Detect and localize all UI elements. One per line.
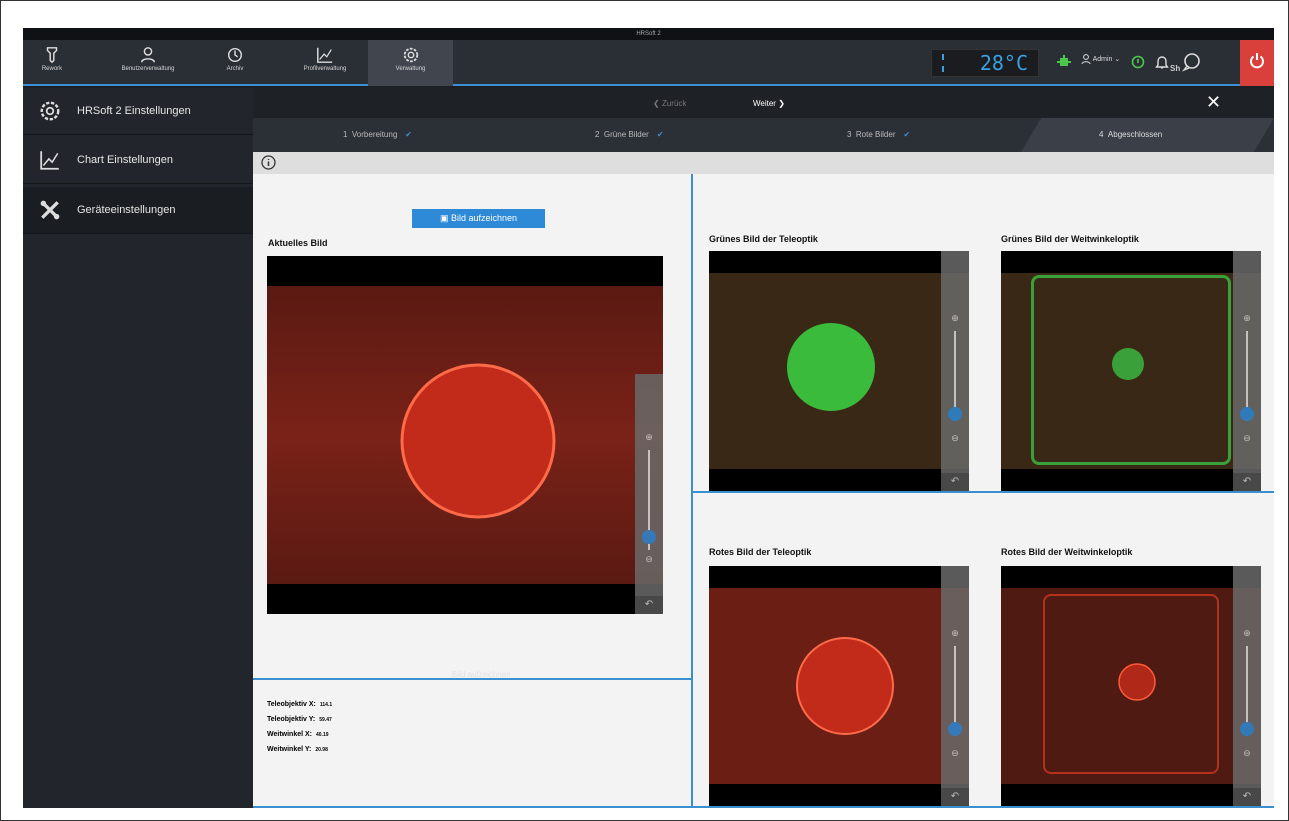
rework-icon: [46, 47, 58, 64]
sidebar-item-device-settings[interactable]: Geräteeinstellungen: [23, 187, 253, 234]
wizard-nav: ❮ Zurück Weiter ❯ ✕: [253, 88, 1274, 118]
record-button-ghost: Bild aufzeichnen: [452, 670, 511, 679]
red-tele-title: Rotes Bild der Teleoptik: [709, 547, 812, 557]
app-window: HRSoft 2 Rework Benutzerverwaltung Archi…: [23, 28, 1274, 808]
current-image-title: Aktuelles Bild: [268, 238, 328, 248]
chart-icon: [317, 47, 333, 63]
power-button[interactable]: [1240, 40, 1274, 86]
step-4: 4 Abgeschlossen: [1099, 130, 1163, 139]
tools-icon: [40, 200, 60, 220]
red-tele-image: ⊕ ⊖ ↶: [709, 566, 969, 806]
content-area: ▣ Bild aufzeichnen Aktuelles Bild ⊕ ⊖ ↶ …: [253, 174, 1274, 808]
zoom-slider[interactable]: ⊕ ⊖ ↶: [635, 374, 663, 614]
green-spot: [787, 323, 875, 411]
step-1: 1 Vorbereitung ✔: [343, 130, 412, 139]
sidebar-item-chart-settings[interactable]: Chart Einstellungen: [23, 137, 253, 184]
camera-icon: ▣: [439, 213, 451, 223]
close-icon[interactable]: ✕: [1206, 92, 1221, 113]
green-spot: [1112, 348, 1144, 380]
toolbar-archiv[interactable]: Archiv: [217, 40, 253, 86]
sidebar: HRSoft 2 Einstellungen Chart Einstellung…: [23, 88, 253, 808]
slider-knob[interactable]: [642, 530, 656, 544]
coord-tele-x: Teleobjektiv X: 114.1: [267, 701, 333, 708]
red-spot: [1118, 663, 1156, 701]
coord-wide-y: Weitwinkel Y: 20.98: [267, 746, 328, 753]
window-title: HRSoft 2: [23, 28, 1274, 40]
wizard-steps: 1 Vorbereitung ✔ 2 Grüne Bilder ✔ 3 Rote B…: [253, 118, 1274, 152]
step-3: 3 Rote Bilder ✔: [847, 130, 911, 139]
users-icon: [140, 47, 156, 63]
green-tele-title: Grünes Bild der Teleoptik: [709, 234, 818, 244]
green-wide-title: Grünes Bild der Weitwinkeloptik: [1001, 234, 1139, 244]
zoom-in-icon: ⊕: [645, 432, 653, 442]
coord-tele-y: Teleobjektiv Y: 59.47: [267, 716, 332, 723]
zoom-slider[interactable]: ⊕ ⊖ ↶: [1233, 566, 1261, 806]
toolbar-profilverwaltung[interactable]: Profilverwaltung: [285, 40, 365, 86]
red-spot: [400, 363, 556, 519]
sidebar-item-hrsoft-settings[interactable]: HRSoft 2 Einstellungen: [23, 88, 253, 135]
step-2: 2 Grüne Bilder ✔: [595, 130, 664, 139]
network-icon: [1057, 55, 1071, 66]
power-icon: [1250, 53, 1264, 69]
history-icon: [227, 47, 243, 63]
right-divider: [693, 491, 1274, 493]
chevron-down-icon: ⌄: [1114, 55, 1121, 63]
coord-wide-x: Weitwinkel X: 40.19: [267, 731, 329, 738]
chat-icon[interactable]: [1181, 52, 1201, 72]
bell-icon[interactable]: [1155, 54, 1169, 70]
toolbar-rework[interactable]: Rework: [33, 40, 71, 86]
check-icon: ✔: [903, 130, 911, 139]
green-tele-image: ⊕ ⊖ ↶: [709, 251, 969, 491]
user-menu[interactable]: Admin ⌄: [1081, 54, 1121, 65]
gear-icon: [40, 101, 60, 121]
zoom-out-icon: ⊖: [645, 554, 653, 564]
next-button[interactable]: Weiter ❯: [753, 99, 785, 108]
screenshot-frame: HRSoft 2 Rework Benutzerverwaltung Archi…: [0, 0, 1289, 821]
red-spot: [796, 637, 894, 735]
user-icon: [1081, 54, 1091, 65]
red-wide-title: Rotes Bild der Weitwinkeloptik: [1001, 547, 1133, 557]
check-icon: ✔: [405, 130, 412, 139]
zoom-slider[interactable]: ⊕ ⊖ ↶: [1233, 251, 1261, 491]
back-button[interactable]: ❮ Zurück: [653, 99, 686, 108]
toolbar-benutzerverwaltung[interactable]: Benutzerverwaltung: [113, 40, 183, 86]
red-wide-image: ⊕ ⊖ ↶: [1001, 566, 1261, 806]
reset-icon[interactable]: ↶: [635, 596, 663, 614]
bottom-divider: [253, 806, 1274, 808]
chevron-left-icon: ❮: [653, 99, 662, 108]
status-text: Sh: [1170, 64, 1181, 73]
toolbar-verwaltung[interactable]: Verwaltung: [368, 40, 453, 86]
main-toolbar: Rework Benutzerverwaltung Archiv Profilv…: [23, 40, 1274, 86]
zoom-slider[interactable]: ⊕ ⊖ ↶: [941, 251, 969, 491]
chevron-right-icon: ❯: [775, 99, 785, 108]
info-bar: [253, 152, 1274, 174]
chart-icon: [40, 151, 59, 170]
check-icon: ✔: [656, 130, 664, 139]
record-image-button[interactable]: ▣ Bild aufzeichnen: [412, 209, 545, 228]
current-image: ⊕ ⊖ ↶: [267, 256, 663, 614]
info-icon[interactable]: [261, 155, 276, 170]
temperature-display: 28°C: [931, 49, 1039, 77]
zoom-slider[interactable]: ⊕ ⊖ ↶: [941, 566, 969, 806]
status-ok-icon: [1131, 55, 1145, 69]
gear-icon: [403, 47, 418, 63]
green-wide-image: ⊕ ⊖ ↶: [1001, 251, 1261, 491]
